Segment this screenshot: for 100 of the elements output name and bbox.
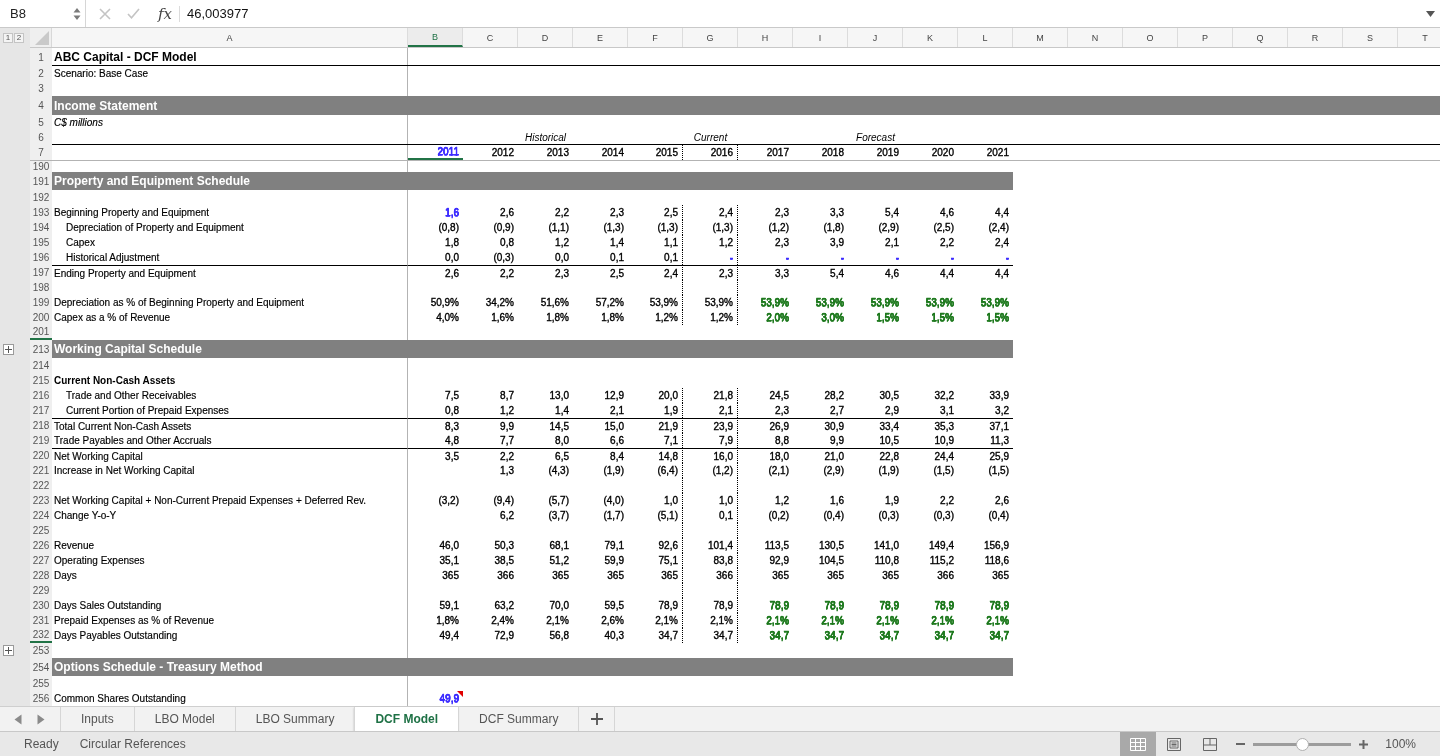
cell-value: 68,1: [549, 540, 569, 551]
column-header[interactable]: E: [573, 28, 628, 47]
caret-right-icon[interactable]: [37, 713, 45, 725]
cell-value: 7,7: [500, 435, 514, 446]
column-header[interactable]: D: [518, 28, 573, 47]
cell-value: 3,5: [445, 450, 459, 462]
row-number[interactable]: 4: [30, 96, 52, 115]
row-number[interactable]: 217: [30, 403, 52, 418]
column-header[interactable]: O: [1123, 28, 1178, 47]
row-number[interactable]: 224: [30, 508, 52, 523]
outline-level-button[interactable]: 1: [3, 33, 13, 43]
row-number[interactable]: 255: [30, 676, 52, 691]
cell-value: 5,4: [830, 267, 844, 279]
row-number[interactable]: 213: [30, 340, 52, 358]
row-number[interactable]: 201: [30, 325, 52, 340]
cell-value: 56,8: [549, 630, 569, 641]
slider-thumb[interactable]: [1295, 737, 1309, 751]
row-number[interactable]: 223: [30, 493, 52, 508]
column-header[interactable]: H: [738, 28, 793, 47]
cell-value: (1,2): [768, 222, 789, 233]
row-number[interactable]: 230: [30, 598, 52, 613]
cell-value: 1,0: [719, 495, 733, 506]
column-header[interactable]: P: [1178, 28, 1233, 47]
row-number[interactable]: 196: [30, 250, 52, 265]
row-number[interactable]: 226: [30, 538, 52, 553]
minus-icon[interactable]: [1236, 743, 1246, 745]
column-header[interactable]: K: [903, 28, 958, 47]
caret-left-icon[interactable]: [14, 713, 22, 725]
plus-icon[interactable]: [590, 713, 603, 725]
row-number[interactable]: 191: [30, 172, 52, 190]
row-number[interactable]: 228: [30, 568, 52, 583]
cell-value: 34,7: [989, 630, 1009, 641]
row-number[interactable]: 2: [30, 66, 52, 81]
column-header[interactable]: R: [1288, 28, 1343, 47]
row-number[interactable]: 192: [30, 190, 52, 205]
row-number[interactable]: 232: [30, 628, 52, 643]
row-number[interactable]: 197: [30, 265, 52, 280]
cell-value: 101,4: [707, 540, 733, 551]
row-number[interactable]: 231: [30, 613, 52, 628]
normal-view-button[interactable]: [1120, 732, 1157, 756]
cell-value: 3,3: [775, 267, 789, 279]
cell-value: -: [840, 252, 844, 263]
cell-value: 0,1: [719, 510, 733, 521]
cell-value: 30,9: [824, 420, 844, 432]
row-number[interactable]: 220: [30, 448, 52, 463]
cell-value: (0,4): [823, 510, 844, 521]
formula-field[interactable]: 46,003977: [187, 6, 1418, 21]
cell-value: 6,5: [555, 450, 569, 462]
row-number[interactable]: 225: [30, 523, 52, 538]
column-header[interactable]: G: [683, 28, 738, 47]
plus-icon[interactable]: [1359, 739, 1369, 749]
name-box[interactable]: B8: [0, 0, 86, 27]
column-header[interactable]: M: [1013, 28, 1068, 47]
row-number[interactable]: 216: [30, 388, 52, 403]
column-header[interactable]: I: [793, 28, 848, 47]
column-header[interactable]: B: [408, 28, 463, 47]
row-number[interactable]: 194: [30, 220, 52, 235]
cell-value: (0,4): [988, 510, 1009, 521]
expand-group-button[interactable]: [3, 645, 14, 656]
row-number[interactable]: 195: [30, 235, 52, 250]
column-header[interactable]: F: [628, 28, 683, 47]
row-number[interactable]: 219: [30, 433, 52, 448]
row-number[interactable]: 7: [30, 145, 52, 160]
row-number[interactable]: 222: [30, 478, 52, 493]
row-number[interactable]: 218: [30, 418, 52, 433]
column-header[interactable]: Q: [1233, 28, 1288, 47]
row-number[interactable]: 190: [30, 161, 52, 172]
row-number[interactable]: 6: [30, 130, 52, 145]
insert-function-button[interactable]: fx: [158, 4, 172, 23]
row-number[interactable]: 256: [30, 691, 52, 706]
column-header[interactable]: N: [1068, 28, 1123, 47]
cell-value: 104,5: [818, 555, 844, 566]
caret-icon[interactable]: [1426, 10, 1435, 17]
row-number[interactable]: 193: [30, 205, 52, 220]
row-label: Trade Payables and Other Accruals: [54, 435, 212, 446]
row-number[interactable]: 215: [30, 373, 52, 388]
outline-level-button[interactable]: 2: [14, 33, 24, 43]
row-number[interactable]: 221: [30, 463, 52, 478]
expand-group-button[interactable]: [3, 343, 14, 355]
column-header[interactable]: J: [848, 28, 903, 47]
row-number[interactable]: 5: [30, 115, 52, 130]
column-header[interactable]: L: [958, 28, 1013, 47]
stepper-icon[interactable]: [73, 6, 81, 21]
column-header[interactable]: S: [1343, 28, 1398, 47]
row-number[interactable]: 199: [30, 295, 52, 310]
column-header[interactable]: T: [1398, 28, 1440, 47]
row-number[interactable]: 227: [30, 553, 52, 568]
column-header[interactable]: A: [52, 28, 408, 47]
row-number[interactable]: 253: [30, 643, 52, 658]
sheet-tab[interactable]: DCF Model: [354, 707, 459, 731]
row-number[interactable]: 200: [30, 310, 52, 325]
row-number[interactable]: 229: [30, 583, 52, 598]
column-header[interactable]: C: [463, 28, 518, 47]
cell-value: 50,3: [494, 540, 514, 551]
row-number[interactable]: 254: [30, 658, 52, 676]
row-label: Depreciation as % of Beginning Property and Equipment: [54, 297, 305, 308]
row-number[interactable]: 3: [30, 81, 52, 96]
row-number[interactable]: 1: [30, 48, 52, 66]
row-number[interactable]: 214: [30, 358, 52, 373]
row-number[interactable]: 198: [30, 280, 52, 295]
